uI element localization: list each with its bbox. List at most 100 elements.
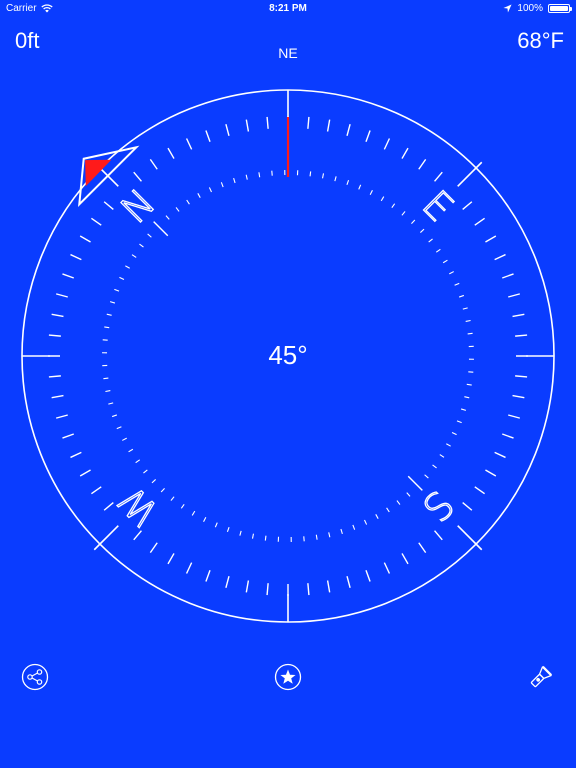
outer-tick: [485, 235, 497, 243]
outer-tick: [266, 116, 269, 129]
outer-tick: [502, 273, 514, 279]
outer-tick: [418, 159, 427, 170]
outer-tick: [51, 313, 64, 318]
outer-tick: [167, 147, 175, 159]
outer-tick: [245, 580, 250, 593]
inner-tick: [467, 332, 473, 335]
inner-tick: [456, 420, 462, 424]
inner-tick: [264, 535, 267, 541]
outer-tick: [494, 451, 506, 459]
outer-tick: [307, 583, 310, 596]
inner-tick: [226, 526, 230, 533]
outer-tick: [462, 201, 473, 210]
inner-tick: [396, 500, 401, 505]
outer-tick: [51, 394, 64, 399]
inner-tick: [340, 528, 343, 535]
inner-tick: [454, 282, 460, 286]
inner-tick: [439, 454, 445, 458]
inner-tick: [128, 448, 134, 453]
flashlight-button[interactable]: [526, 662, 556, 692]
inner-tick: [220, 182, 224, 188]
outer-tick: [133, 171, 142, 182]
inner-tick: [251, 533, 255, 539]
outer-tick: [167, 553, 175, 565]
inner-tick: [435, 248, 441, 253]
share-button[interactable]: [20, 662, 50, 692]
inner-tick: [258, 172, 261, 178]
outer-tick: [485, 469, 497, 477]
outer-tick: [346, 576, 351, 589]
inner-tick: [296, 170, 299, 176]
outer-tick: [434, 171, 443, 182]
inner-tick: [277, 536, 280, 542]
outer-tick: [55, 414, 68, 419]
inner-tick: [175, 207, 180, 212]
outer-tick: [48, 375, 61, 378]
outer-tick: [70, 451, 82, 459]
inner-tick: [197, 193, 201, 198]
inner-tick: [449, 271, 454, 275]
inner-tick: [386, 507, 390, 513]
inner-tick: [451, 431, 457, 436]
cardinal-e: E: [414, 182, 462, 230]
inner-tick: [303, 536, 305, 542]
inner-tick: [103, 377, 109, 380]
inner-tick: [363, 519, 368, 525]
inner-tick: [466, 383, 472, 386]
inner-tick: [165, 215, 170, 220]
north-pointer-fill: [85, 159, 112, 187]
inner-tick: [170, 496, 175, 501]
inner-tick: [321, 173, 325, 179]
inner-tick: [122, 437, 127, 441]
outer-tick: [418, 542, 427, 553]
fixed-diagonal-mark: [93, 525, 119, 551]
inner-tick: [131, 254, 137, 258]
inner-tick: [119, 276, 125, 281]
inner-tick: [108, 402, 114, 405]
outer-tick: [502, 433, 514, 439]
inner-tick: [139, 243, 144, 248]
heading-readout: 45°: [268, 340, 308, 370]
outer-tick: [79, 235, 91, 243]
outer-tick: [91, 217, 102, 226]
inner-tick: [460, 408, 467, 411]
outer-tick: [205, 130, 211, 142]
inner-tick: [375, 514, 379, 519]
inner-tick: [147, 233, 152, 238]
outer-tick: [515, 375, 528, 378]
inner-tick: [411, 219, 416, 225]
inner-tick: [419, 228, 425, 233]
share-icon: [21, 663, 49, 691]
inner-tick: [208, 187, 213, 193]
outer-tick: [185, 138, 193, 150]
inner-tick: [203, 517, 207, 522]
outer-tick: [494, 253, 506, 261]
outer-tick: [307, 116, 310, 129]
inner-tick: [391, 203, 396, 209]
inner-tick: [462, 307, 468, 310]
inner-tick: [446, 443, 451, 447]
outer-tick: [62, 273, 74, 279]
inner-tick: [153, 221, 169, 237]
inner-tick: [239, 530, 242, 536]
favorite-button[interactable]: [273, 662, 303, 692]
inner-tick: [160, 487, 165, 493]
inner-tick: [151, 479, 157, 484]
inner-tick: [271, 170, 273, 176]
inner-tick: [233, 177, 236, 184]
outer-tick: [383, 562, 391, 574]
outer-tick: [149, 542, 158, 553]
inner-tick: [143, 469, 148, 474]
outer-tick: [434, 530, 443, 541]
inner-tick: [432, 464, 437, 469]
outer-tick: [205, 570, 211, 582]
compass-screen: Carrier 8:21 PM 100% 0ft 68°F NE NESW 45…: [0, 0, 576, 768]
inner-tick: [284, 170, 286, 176]
compass-dial[interactable]: N ESW: [0, 0, 576, 768]
inner-tick: [458, 294, 465, 298]
outer-tick: [512, 394, 525, 399]
outer-tick: [225, 576, 230, 589]
outer-tick: [365, 570, 371, 582]
inner-tick: [116, 426, 122, 430]
outer-tick: [287, 583, 289, 597]
